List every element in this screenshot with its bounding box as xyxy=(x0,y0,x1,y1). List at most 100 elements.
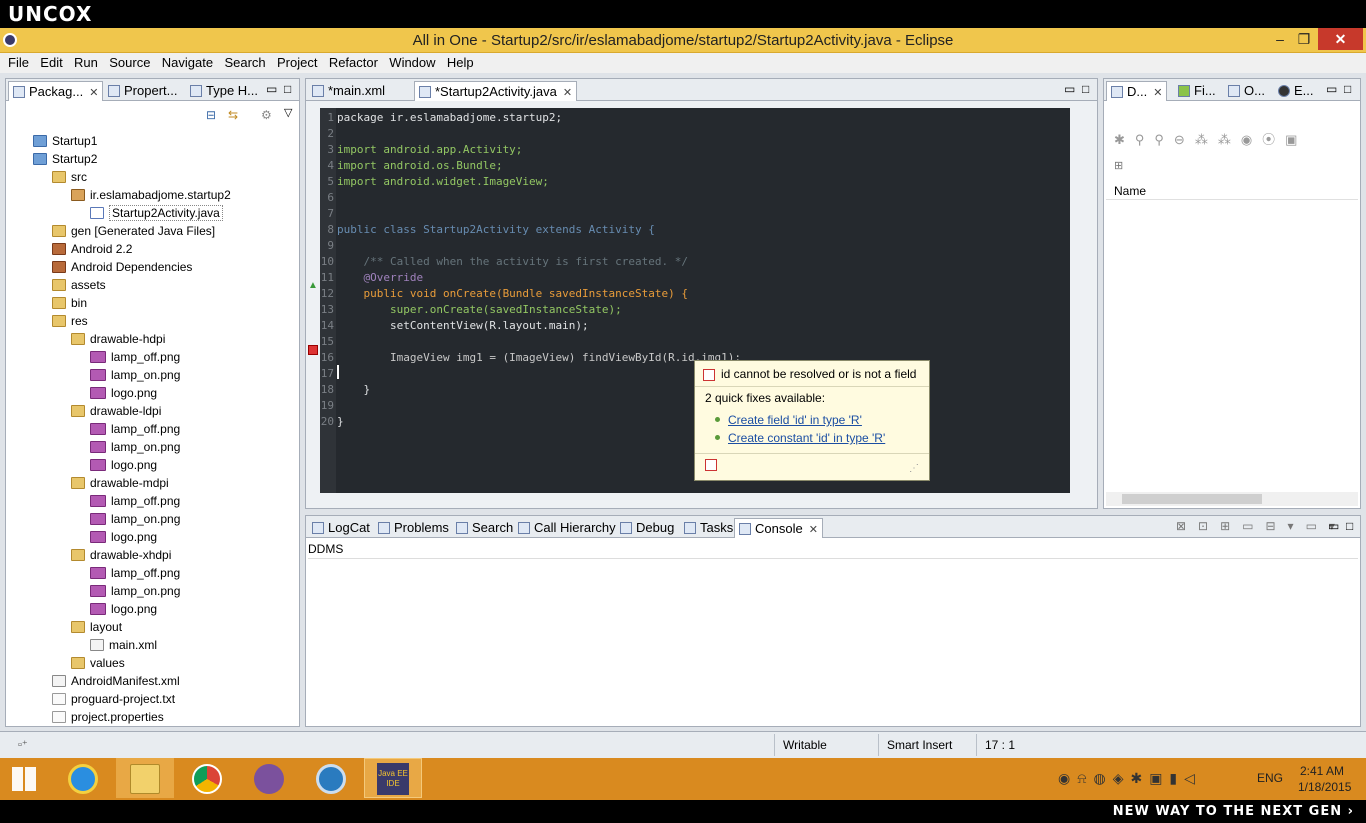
column-header-name[interactable]: Name xyxy=(1106,180,1358,200)
tree-item[interactable]: ir.eslamabadjome.startup2 xyxy=(71,186,231,204)
tree-item[interactable]: drawable-hdpi xyxy=(71,330,165,348)
chevron-down-icon[interactable]: ▽ xyxy=(284,106,292,119)
maximize-view-icon[interactable]: □ xyxy=(1082,82,1089,96)
tab-search[interactable]: Search xyxy=(452,518,517,538)
menu-edit[interactable]: Edit xyxy=(40,53,62,70)
maximize-view-icon[interactable]: □ xyxy=(1344,82,1351,96)
close-icon[interactable]: ✕ xyxy=(563,87,572,99)
tab-outline[interactable]: O... xyxy=(1224,81,1269,101)
menu-source[interactable]: Source xyxy=(109,53,150,70)
create-constant-link[interactable]: Create constant 'id' in type 'R' xyxy=(728,431,885,445)
tree-item[interactable]: Startup2Activity.java xyxy=(90,204,223,222)
clock-date[interactable]: 1/18/2015 xyxy=(1298,780,1351,794)
taskbar-eclipse[interactable]: Java EE IDE xyxy=(364,758,422,798)
menu-window[interactable]: Window xyxy=(389,53,435,70)
tree-item[interactable]: assets xyxy=(52,276,106,294)
tree-item[interactable]: drawable-ldpi xyxy=(71,402,161,420)
tree-item[interactable]: drawable-mdpi xyxy=(71,474,169,492)
close-icon[interactable]: ✕ xyxy=(809,524,818,536)
minimize-view-icon[interactable]: ▭ xyxy=(1326,82,1337,96)
menu-file[interactable]: File xyxy=(8,53,29,70)
tree-item[interactable]: lamp_off.png xyxy=(90,420,180,438)
view-menu-icon[interactable]: ⚙ xyxy=(261,108,272,122)
resize-grip-icon[interactable]: ⋰ xyxy=(909,463,919,474)
tab-console[interactable]: Console ✕ xyxy=(734,518,823,538)
horizontal-scrollbar[interactable] xyxy=(1106,492,1358,506)
tree-item[interactable]: layout xyxy=(71,618,122,636)
tree-item[interactable]: main.xml xyxy=(90,636,157,654)
tab-problems[interactable]: Problems xyxy=(374,518,453,538)
tree-item[interactable]: lamp_off.png xyxy=(90,564,180,582)
tab-debug[interactable]: Debug xyxy=(616,518,678,538)
tree-item[interactable]: bin xyxy=(52,294,87,312)
fix-item[interactable]: Create constant 'id' in type 'R' xyxy=(715,431,885,445)
minimize-view-icon[interactable]: ▭ xyxy=(266,82,277,96)
tab-emulator[interactable]: E... xyxy=(1274,81,1318,101)
maximize-view-icon[interactable]: □ xyxy=(1346,519,1353,533)
tree-item[interactable]: proguard-project.txt xyxy=(52,690,175,708)
tree-item[interactable]: logo.png xyxy=(90,384,157,402)
scrollbar-thumb[interactable] xyxy=(1122,494,1262,504)
horizontal-scrollbar[interactable] xyxy=(320,493,1070,507)
menu-search[interactable]: Search xyxy=(224,53,265,70)
minimize-view-icon[interactable]: ▭ xyxy=(1328,519,1339,533)
tree-item[interactable]: lamp_off.png xyxy=(90,348,180,366)
collapse-all-icon[interactable]: ⊟ xyxy=(206,108,216,122)
tab-main-xml[interactable]: *main.xml xyxy=(308,81,389,101)
tree-item[interactable]: lamp_on.png xyxy=(90,582,180,600)
maximize-view-icon[interactable]: □ xyxy=(284,82,291,96)
minimize-view-icon[interactable]: ▭ xyxy=(1064,82,1075,96)
tab-startup2activity-java[interactable]: *Startup2Activity.java ✕ xyxy=(414,81,578,101)
device-toolbar[interactable]: ✱⚲⚲⊖⁂⁂◉⦿▣ xyxy=(1114,129,1307,148)
fast-view-icon[interactable]: ▫⁺ xyxy=(18,738,28,751)
tab-call-hierarchy[interactable]: Call Hierarchy xyxy=(514,518,620,538)
close-icon[interactable]: ✕ xyxy=(1153,87,1162,99)
console-toolbar[interactable]: ⊠⊡⊞▭⊟▾▭▾ xyxy=(1176,519,1347,533)
tab-package-explorer[interactable]: Packag... ✕ xyxy=(8,81,104,101)
link-editor-icon[interactable]: ⇆ xyxy=(228,108,238,122)
vertical-scrollbar[interactable] xyxy=(1086,108,1097,493)
tree-item[interactable]: values xyxy=(71,654,125,672)
menu-refactor[interactable]: Refactor xyxy=(329,53,378,70)
system-tray-icons[interactable]: ◉⍾◍◈✱▣▮◁ xyxy=(1058,770,1202,787)
tree-item[interactable]: logo.png xyxy=(90,600,157,618)
error-marker-icon[interactable] xyxy=(308,345,318,355)
menu-help[interactable]: Help xyxy=(447,53,474,70)
tab-file-explorer[interactable]: Fi... xyxy=(1174,81,1220,101)
tree-item[interactable]: gen [Generated Java Files] xyxy=(52,222,215,240)
tab-properties[interactable]: Propert... xyxy=(104,81,181,101)
tree-item[interactable]: Android 2.2 xyxy=(52,240,132,258)
close-button[interactable]: ✕ xyxy=(1318,28,1363,50)
tab-logcat[interactable]: LogCat xyxy=(308,518,374,538)
tree-item[interactable]: lamp_on.png xyxy=(90,510,180,528)
toolbar-icon[interactable]: ⊞ xyxy=(1114,159,1123,172)
tree-item[interactable]: Startup2 xyxy=(33,150,97,168)
tree-item[interactable]: Android Dependencies xyxy=(52,258,192,276)
horizontal-scrollbar[interactable] xyxy=(306,712,1346,726)
menu-run[interactable]: Run xyxy=(74,53,98,70)
clock-time[interactable]: 2:41 AM xyxy=(1300,764,1344,778)
taskbar-app[interactable] xyxy=(302,758,360,798)
language-indicator[interactable]: ENG xyxy=(1257,771,1283,785)
fix-item[interactable]: Create field 'id' in type 'R' xyxy=(715,413,862,427)
maximize-button[interactable]: ❐ xyxy=(1290,28,1318,50)
tree-item[interactable]: logo.png xyxy=(90,456,157,474)
taskbar-viber[interactable] xyxy=(240,758,298,798)
tree-item[interactable]: res xyxy=(52,312,88,330)
tree-item[interactable]: Startup1 xyxy=(33,132,97,150)
taskbar-ie[interactable] xyxy=(54,758,112,798)
tree-item[interactable]: lamp_on.png xyxy=(90,438,180,456)
tree-item[interactable]: project.properties xyxy=(52,708,164,726)
tree-item[interactable]: logo.png xyxy=(90,528,157,546)
tab-devices[interactable]: D... ✕ xyxy=(1106,81,1168,101)
tab-tasks[interactable]: Tasks xyxy=(680,518,737,538)
error-settings-icon[interactable] xyxy=(705,459,717,471)
tree-item[interactable]: lamp_off.png xyxy=(90,492,180,510)
close-icon[interactable]: ✕ xyxy=(89,87,98,99)
tree-item[interactable]: drawable-xhdpi xyxy=(71,546,171,564)
menu-navigate[interactable]: Navigate xyxy=(162,53,213,70)
start-button[interactable] xyxy=(0,758,58,798)
menu-project[interactable]: Project xyxy=(277,53,317,70)
tree-item[interactable]: AndroidManifest.xml xyxy=(52,672,180,690)
tree-item[interactable]: src xyxy=(52,168,87,186)
